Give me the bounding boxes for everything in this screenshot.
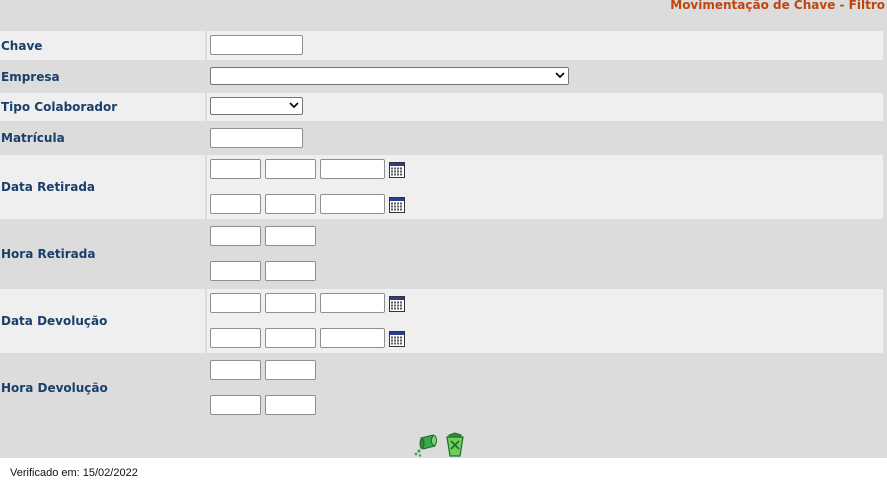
hora-retirada-fim-minuto-input[interactable] [265, 261, 316, 281]
tipo-colaborador-label: Tipo Colaborador [0, 93, 205, 121]
chevron-down-icon [555, 70, 565, 80]
data-devolucao-inicio-ano-input[interactable] [320, 293, 385, 313]
hora-devolucao-inicio-hora-input[interactable] [210, 360, 261, 380]
chave-input[interactable] [210, 35, 303, 55]
data-retirada-fim-mes-input[interactable] [265, 194, 316, 214]
trash-button[interactable] [443, 432, 467, 458]
data-devolucao-fim-mes-input[interactable] [265, 328, 316, 348]
data-retirada-fim-dia-input[interactable] [210, 194, 261, 214]
hora-devolucao-inicio-minuto-input[interactable] [265, 360, 316, 380]
data-retirada-label: Data Retirada [0, 155, 205, 219]
data-retirada-fim-ano-input[interactable] [320, 194, 385, 214]
hora-devolucao-fim-minuto-input[interactable] [265, 395, 316, 415]
matricula-label: Matrícula [0, 123, 205, 153]
data-devolucao-inicio-mes-input[interactable] [265, 293, 316, 313]
hora-retirada-inicio-hora-input[interactable] [210, 226, 261, 246]
row-empresa: Empresa [0, 62, 883, 91]
hora-devolucao-label: Hora Devolução [0, 355, 205, 421]
empresa-label: Empresa [0, 62, 205, 91]
search-button[interactable] [413, 432, 437, 458]
row-hora-retirada: Hora Retirada [0, 221, 883, 287]
hora-devolucao-fim-hora-input[interactable] [210, 395, 261, 415]
hora-retirada-inicio-minuto-input[interactable] [265, 226, 316, 246]
calendar-icon[interactable] [389, 331, 405, 347]
hora-retirada-label: Hora Retirada [0, 221, 205, 287]
data-retirada-inicio-dia-input[interactable] [210, 159, 261, 179]
data-devolucao-fim-dia-input[interactable] [210, 328, 261, 348]
data-retirada-inicio-ano-input[interactable] [320, 159, 385, 179]
calendar-icon[interactable] [389, 296, 405, 312]
chave-label: Chave [0, 31, 205, 60]
row-matricula: Matrícula [0, 123, 883, 153]
matricula-input[interactable] [210, 128, 303, 148]
hora-retirada-fim-hora-input[interactable] [210, 261, 261, 281]
row-chave: Chave [0, 31, 883, 60]
row-tipo-colaborador: Tipo Colaborador [0, 93, 883, 121]
data-retirada-inicio-mes-input[interactable] [265, 159, 316, 179]
data-devolucao-label: Data Devolução [0, 289, 205, 353]
row-data-devolucao: Data Devolução [0, 289, 883, 353]
verification-footer: Verificado em: 15/02/2022 [10, 467, 138, 479]
chevron-down-icon [289, 100, 299, 110]
empresa-select[interactable] [210, 67, 569, 85]
row-data-retirada: Data Retirada [0, 155, 883, 219]
tipo-colaborador-select[interactable] [210, 97, 303, 115]
row-hora-devolucao: Hora Devolução [0, 355, 883, 421]
data-devolucao-fim-ano-input[interactable] [320, 328, 385, 348]
page-title: Movimentação de Chave - Filtro [670, 0, 885, 12]
calendar-icon[interactable] [389, 162, 405, 178]
filter-panel: Movimentação de Chave - Filtro Chave Emp… [0, 0, 887, 458]
data-devolucao-inicio-dia-input[interactable] [210, 293, 261, 313]
calendar-icon[interactable] [389, 197, 405, 213]
